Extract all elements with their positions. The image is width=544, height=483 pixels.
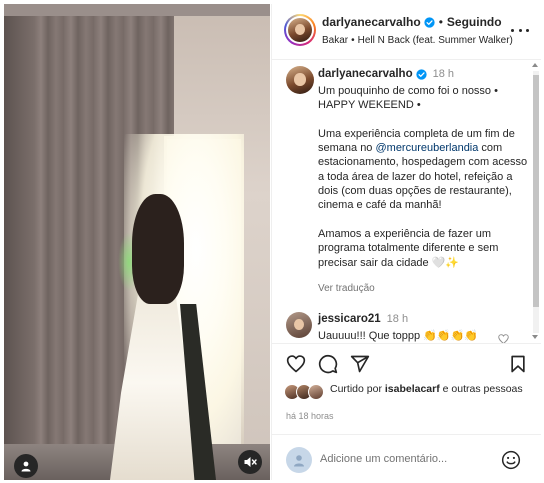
post-timestamp[interactable]: há 18 horas (286, 411, 334, 421)
person-hair (132, 194, 184, 304)
user-icon (21, 461, 31, 472)
verified-badge-icon (424, 16, 435, 28)
ceiling (4, 4, 270, 16)
comment-bubble-icon[interactable] (318, 354, 338, 374)
share-paper-plane-icon[interactable] (350, 354, 370, 374)
author-username[interactable]: darlyanecarvalho (322, 15, 421, 29)
caption-header: darlyanecarvalho 18 h (318, 68, 454, 80)
save-bookmark-icon[interactable] (508, 354, 528, 374)
comment-text: Uauuuu!!! Que toppp 👏👏👏👏 (318, 330, 478, 342)
caption-author-avatar[interactable] (286, 66, 314, 94)
add-comment-bar (272, 434, 541, 480)
audio-title[interactable]: Hell N Back (feat. Summer Walker) (358, 35, 513, 46)
liker-username[interactable]: isabelacarf (385, 383, 440, 395)
audio-line[interactable]: Bakar • Hell N Back (feat. Summer Walker… (322, 35, 513, 46)
caption-line: HAPPY WEKEEND • (318, 99, 421, 112)
comment-time[interactable]: 18 h (387, 313, 408, 325)
add-comment-input[interactable] (320, 449, 500, 469)
audio-separator: • (351, 35, 355, 46)
caption-time[interactable]: 18 h (433, 68, 454, 80)
tagged-users-button[interactable] (14, 454, 38, 478)
commenter-avatar[interactable] (286, 312, 312, 338)
liker-avatar (308, 384, 324, 400)
like-heart-icon[interactable] (286, 354, 306, 374)
user-icon (294, 455, 304, 467)
likes-summary[interactable]: Curtido por isabelacarf e outras pessoas (284, 382, 534, 412)
see-translation-link[interactable]: Ver tradução (318, 283, 375, 294)
mute-button[interactable] (238, 450, 262, 474)
caption-line: Um pouquinho de como foi o nosso • (318, 85, 498, 97)
comments-section[interactable]: darlyanecarvalho 18 h Um pouquinho de co… (272, 61, 541, 343)
comment-like-heart-icon[interactable] (498, 334, 509, 343)
hotel-mention-link[interactable]: @mercureuberlandia (375, 142, 478, 154)
wall-shadow (4, 4, 34, 480)
separator-dot: • (438, 15, 443, 29)
emoji-icon[interactable] (501, 450, 521, 470)
comment-header: jessicaro21 18 h (318, 313, 408, 325)
scrollbar-thumb[interactable] (533, 75, 539, 307)
more-options-icon[interactable] (511, 24, 529, 36)
comments-scrollbar[interactable] (533, 71, 539, 333)
liked-by-text: Curtido por isabelacarf e outras pessoas (330, 383, 523, 395)
scroll-down-arrow[interactable] (532, 335, 538, 339)
caption-paragraph: Amamos a experiência de fazer um program… (318, 227, 499, 269)
audio-artist[interactable]: Bakar (322, 35, 348, 46)
commenter-username[interactable]: jessicaro21 (318, 313, 381, 325)
post-details-panel: darlyanecarvalho • Seguindo Bakar • Hell… (271, 4, 541, 480)
speaker-muted-icon (244, 457, 257, 467)
author-line: darlyanecarvalho • Seguindo (322, 15, 502, 29)
verified-badge-icon (415, 68, 427, 80)
avatar (288, 18, 312, 42)
caption-username[interactable]: darlyanecarvalho (318, 68, 413, 80)
caption-text: Um pouquinho de como foi o nosso • HAPPY… (318, 84, 528, 270)
current-user-avatar (286, 447, 312, 473)
following-button[interactable]: Seguindo (447, 15, 502, 29)
post-media-video[interactable] (4, 4, 270, 480)
scroll-up-arrow[interactable] (532, 63, 538, 67)
action-bar (272, 343, 541, 381)
caption-paragraph: Uma experiência completa de um fim de se… (318, 127, 528, 212)
author-avatar-story-ring[interactable] (284, 14, 316, 46)
post-header: darlyanecarvalho • Seguindo Bakar • Hell… (272, 4, 541, 60)
